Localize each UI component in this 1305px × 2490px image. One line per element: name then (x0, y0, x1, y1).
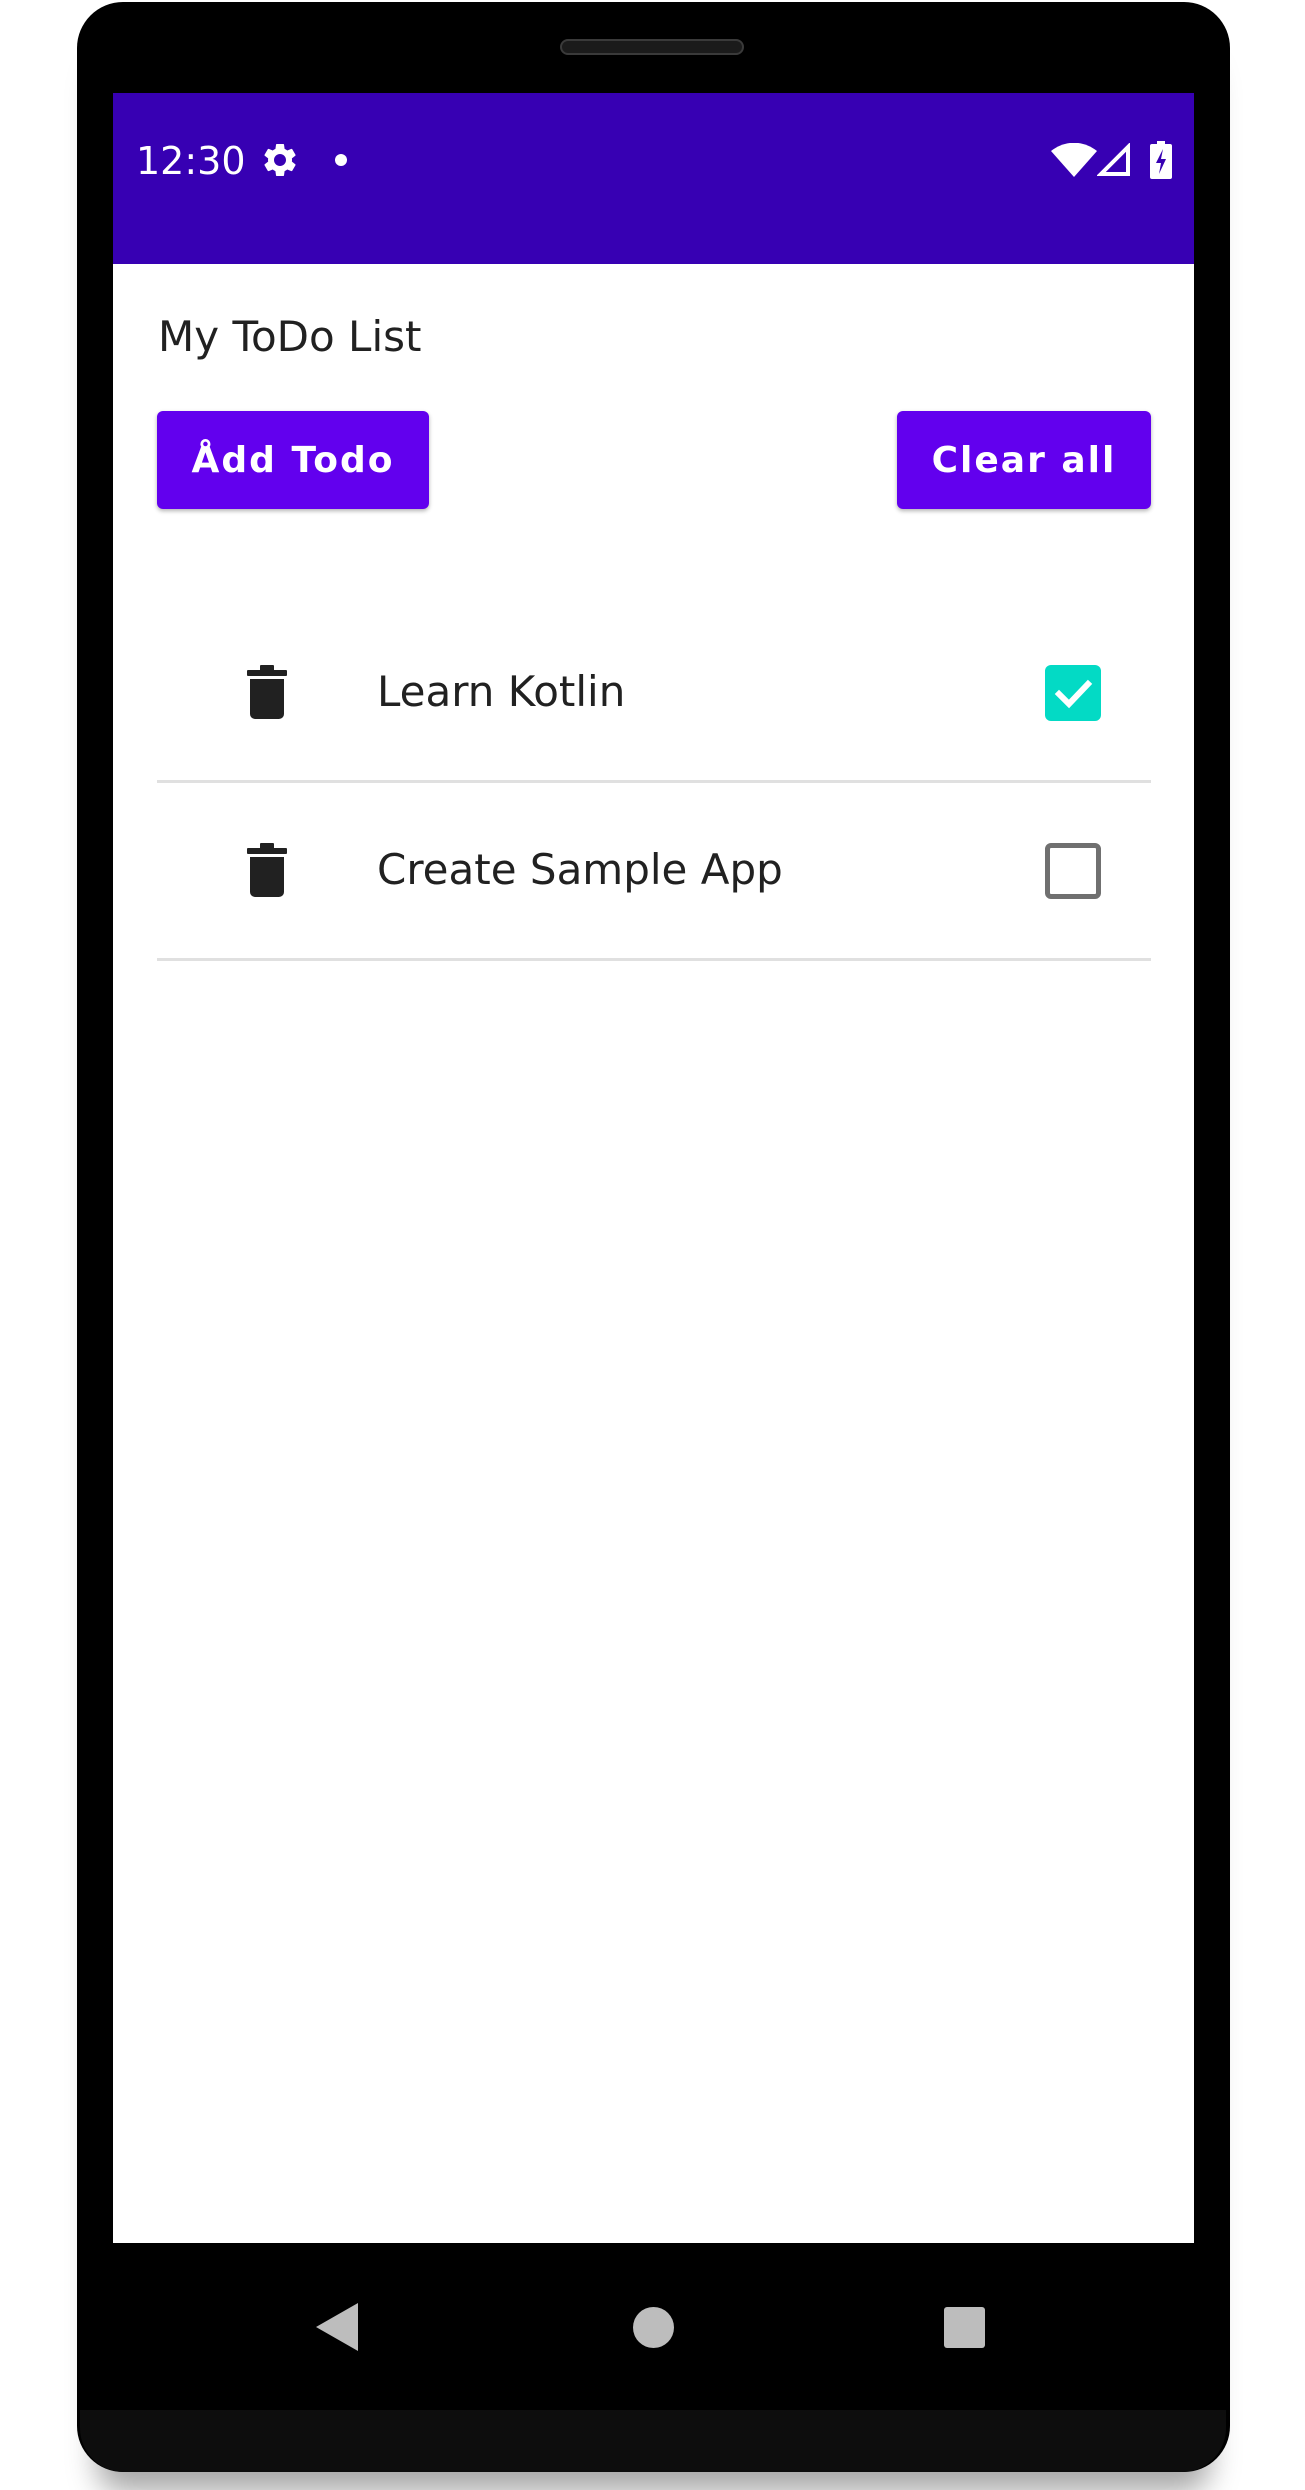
page-title: My ToDo List (158, 312, 422, 361)
add-todo-button[interactable]: Ådd Todo (157, 411, 429, 509)
todo-checkbox[interactable] (1045, 665, 1101, 721)
todo-text: Learn Kotlin (377, 667, 626, 716)
todo-list: Learn Kotlin Create Sample App (157, 605, 1151, 961)
clear-all-button[interactable]: Clear all (897, 411, 1151, 509)
checkmark-icon (1054, 679, 1093, 709)
screen: 12:30 My ToDo List Ådd Todo Clear all Le… (113, 93, 1194, 2243)
todo-checkbox[interactable] (1045, 843, 1101, 899)
trash-icon[interactable] (245, 665, 289, 719)
notification-dot-icon (335, 154, 347, 166)
wifi-icon (1051, 143, 1097, 177)
phone-chin (80, 2410, 1226, 2472)
status-time: 12:30 (136, 139, 246, 183)
home-icon[interactable] (633, 2307, 674, 2348)
battery-charging-icon (1150, 141, 1172, 179)
todo-row: Create Sample App (157, 783, 1151, 961)
gear-icon (264, 144, 296, 176)
todo-row: Learn Kotlin (157, 605, 1151, 783)
signal-icon (1097, 143, 1130, 176)
trash-icon[interactable] (245, 843, 289, 897)
status-bar: 12:30 (113, 93, 1194, 264)
speaker-grille (560, 39, 744, 55)
navigation-bar (113, 2243, 1194, 2410)
todo-text: Create Sample App (377, 845, 783, 894)
back-icon[interactable] (316, 2303, 358, 2351)
recents-icon[interactable] (944, 2307, 985, 2348)
